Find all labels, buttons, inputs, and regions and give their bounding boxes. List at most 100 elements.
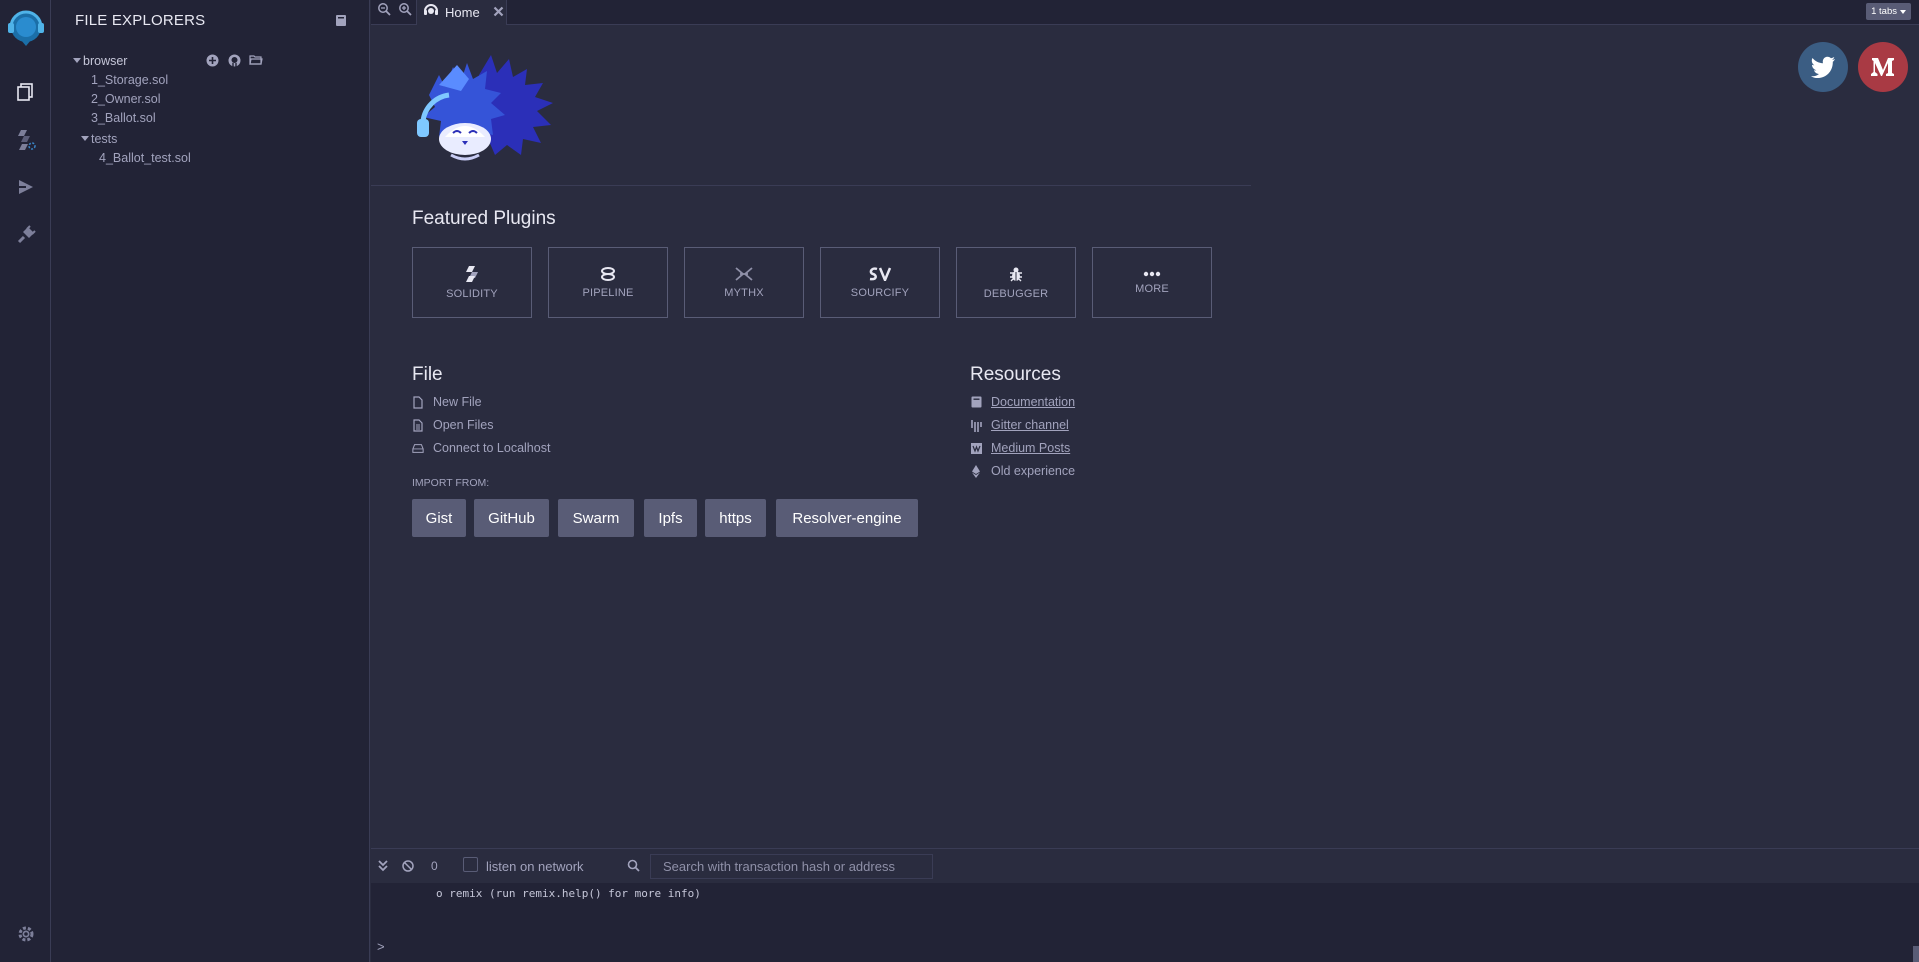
home-page: Featured Plugins SOLIDITY PIPELINE MYTHX… [371,25,1919,848]
file-explorer-panel: FILE EXPLORERS browser 1_Storage.sol 2_O… [51,0,370,962]
panel-title: FILE EXPLORERS [75,12,206,29]
tabs-count-label: 1 tabs [1871,6,1897,17]
file-item[interactable]: 4_Ballot_test.sol [99,149,191,167]
create-file-plus-icon[interactable] [205,53,219,67]
tab-home-label: Home [445,5,480,20]
transaction-search-input[interactable]: Search with transaction hash or address [650,854,933,879]
new-file-link[interactable]: New File [412,393,482,411]
deploy-run-icon[interactable] [0,167,51,207]
caret-down-icon [81,136,89,142]
resources-section-title: Resources [970,364,1061,385]
twitter-button[interactable] [1798,42,1848,92]
zoom-in-icon[interactable] [398,2,414,18]
terminal-output-line: o remix (run remix.help() for more info) [436,887,701,900]
solidity-compiler-icon[interactable] [0,120,51,160]
settings-gear-icon[interactable] [0,914,51,954]
import-github-button[interactable]: GitHub [474,499,549,537]
featured-plugins-title: Featured Plugins [412,208,556,229]
gitter-icon [970,418,982,432]
icon-panel [0,0,51,962]
file-item[interactable]: 1_Storage.sol [91,71,168,89]
plugin-label: PIPELINE [582,286,634,299]
plugin-more[interactable]: MORE [1092,247,1212,318]
plugin-label: SOURCIFY [850,286,910,299]
pipeline-icon [601,266,615,281]
medium-button[interactable] [1858,42,1908,92]
listen-network-label: listen on network [486,859,584,874]
listen-network-checkbox[interactable] [463,857,478,872]
plugin-pipeline[interactable]: PIPELINE [548,247,668,318]
ellipsis-icon [1143,271,1161,276]
twitter-icon [1811,56,1835,78]
plugin-label: DEBUGGER [983,287,1049,300]
remix-logo-icon[interactable] [0,6,51,50]
old-experience-link[interactable]: Old experience [970,462,1075,480]
plugin-debugger[interactable]: DEBUGGER [956,247,1076,318]
close-tab-icon[interactable] [493,4,504,22]
connect-localhost-label: Connect to Localhost [433,441,551,455]
plugin-label: SOLIDITY [446,287,498,300]
file-icon [412,395,424,409]
solidity-icon [466,265,478,282]
open-folder-icon[interactable] [249,53,263,67]
plugin-solidity[interactable]: SOLIDITY [412,247,532,318]
plugin-mythx[interactable]: MYTHX [684,247,804,318]
terminal-toolbar: 0 listen on network Search with transact… [371,848,1919,883]
import-ipfs-button[interactable]: Ipfs [644,499,697,537]
folder-label: browser [83,54,128,68]
hdd-icon [412,441,424,455]
documentation-label: Documentation [991,395,1076,409]
remix-home-icon [423,3,439,22]
documentation-book-icon[interactable] [335,14,347,32]
medium-square-icon [970,441,982,455]
import-from-label: IMPORT FROM: [412,477,490,489]
open-files-label: Open Files [433,418,494,432]
connect-localhost-link[interactable]: Connect to Localhost [412,439,550,457]
import-resolver-engine-button[interactable]: Resolver-engine [776,499,918,537]
book-icon [970,395,982,409]
file-item[interactable]: 2_Owner.sol [91,90,160,108]
remix-mascot-logo [409,45,589,168]
header-divider [371,185,1251,186]
folder-tests[interactable]: tests [81,130,117,148]
terminal-scrollbar[interactable] [1913,946,1919,962]
zoom-out-icon[interactable] [377,2,393,18]
caret-down-icon [73,58,81,64]
import-gist-button[interactable]: Gist [412,499,466,537]
file-text-icon [412,418,424,432]
import-swarm-button[interactable]: Swarm [558,499,634,537]
ethereum-icon [970,464,982,478]
terminal-output: o remix (run remix.help() for more info)… [371,883,1919,962]
gitter-label: Gitter channel [991,418,1069,432]
pending-tx-count: 0 [431,859,438,873]
gitter-link[interactable]: Gitter channel [970,416,1069,434]
editor-tab-bar: Home 1 tabs [371,0,1919,25]
folder-label: tests [91,132,118,146]
tab-home[interactable]: Home [416,0,507,25]
new-file-label: New File [433,395,482,409]
plugin-manager-icon[interactable] [0,215,51,255]
medium-icon [1871,58,1894,76]
open-files-link[interactable]: Open Files [412,416,493,434]
medium-posts-link[interactable]: Medium Posts [970,439,1070,457]
github-icon[interactable] [227,53,241,67]
file-item[interactable]: 3_Ballot.sol [91,109,156,127]
import-https-button[interactable]: https [705,499,766,537]
medium-posts-label: Medium Posts [991,441,1071,455]
old-experience-label: Old experience [991,464,1076,478]
bug-icon [1010,267,1022,281]
caret-down-icon [1900,9,1906,14]
plugin-label: MORE [1135,282,1169,295]
sourcify-icon [869,266,892,281]
search-icon [627,859,640,877]
file-explorer-icon[interactable] [0,72,51,112]
mythx-icon [735,266,753,281]
terminal-prompt[interactable]: > [377,939,385,954]
file-section-title: File [412,364,443,385]
clear-console-ban-icon[interactable] [402,859,414,877]
plugin-sourcify[interactable]: SOURCIFY [820,247,940,318]
tabs-dropdown[interactable]: 1 tabs [1866,3,1911,20]
folder-browser[interactable]: browser [73,52,127,70]
documentation-link[interactable]: Documentation [970,393,1075,411]
minimize-terminal-icon[interactable] [378,859,388,877]
